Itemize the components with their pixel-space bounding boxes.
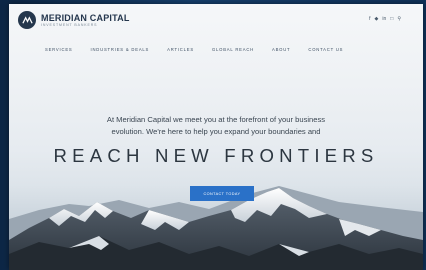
- website-window: MERIDIAN CAPITAL INVESTMENT BANKERS f ◆ …: [9, 4, 423, 270]
- twitter-icon[interactable]: ◆: [375, 17, 379, 22]
- hero-intro-line-2: evolution. We're here to help you expand…: [111, 127, 321, 136]
- hero-headline: REACH NEW FRONTIERS: [53, 145, 379, 166]
- nav-item-articles[interactable]: ARTICLES: [167, 47, 194, 52]
- brand-tagline: INVESTMENT BANKERS: [41, 22, 98, 27]
- hero-intro-line-1: At Meridian Capital we meet you at the f…: [106, 115, 326, 124]
- nav-item-contact-us[interactable]: CONTACT US: [308, 47, 343, 52]
- brand-name: MERIDIAN CAPITAL: [41, 12, 130, 23]
- contact-today-button[interactable]: CONTACT TODAY: [190, 186, 254, 201]
- nav-item-about[interactable]: ABOUT: [272, 47, 290, 52]
- search-icon[interactable]: ⚲: [397, 17, 401, 22]
- nav-item-services[interactable]: SERVICES: [45, 47, 73, 52]
- facebook-icon[interactable]: f: [369, 17, 370, 22]
- brand-logo[interactable]: MERIDIAN CAPITAL INVESTMENT BANKERS: [18, 11, 130, 29]
- social-links: f ◆ in □ ⚲: [369, 17, 401, 22]
- logo-mark-icon: [18, 11, 36, 29]
- linkedin-icon[interactable]: in: [382, 17, 386, 22]
- hero-intro: At Meridian Capital we meet you at the f…: [9, 114, 423, 138]
- site-header: MERIDIAN CAPITAL INVESTMENT BANKERS f ◆ …: [9, 4, 423, 38]
- instagram-icon[interactable]: □: [390, 17, 393, 22]
- nav-item-global-reach[interactable]: GLOBAL REACH: [212, 47, 254, 52]
- nav-item-industries-deals[interactable]: INDUSTRIES & DEALS: [91, 47, 150, 52]
- main-nav: SERVICES INDUSTRIES & DEALS ARTICLES GLO…: [45, 47, 361, 52]
